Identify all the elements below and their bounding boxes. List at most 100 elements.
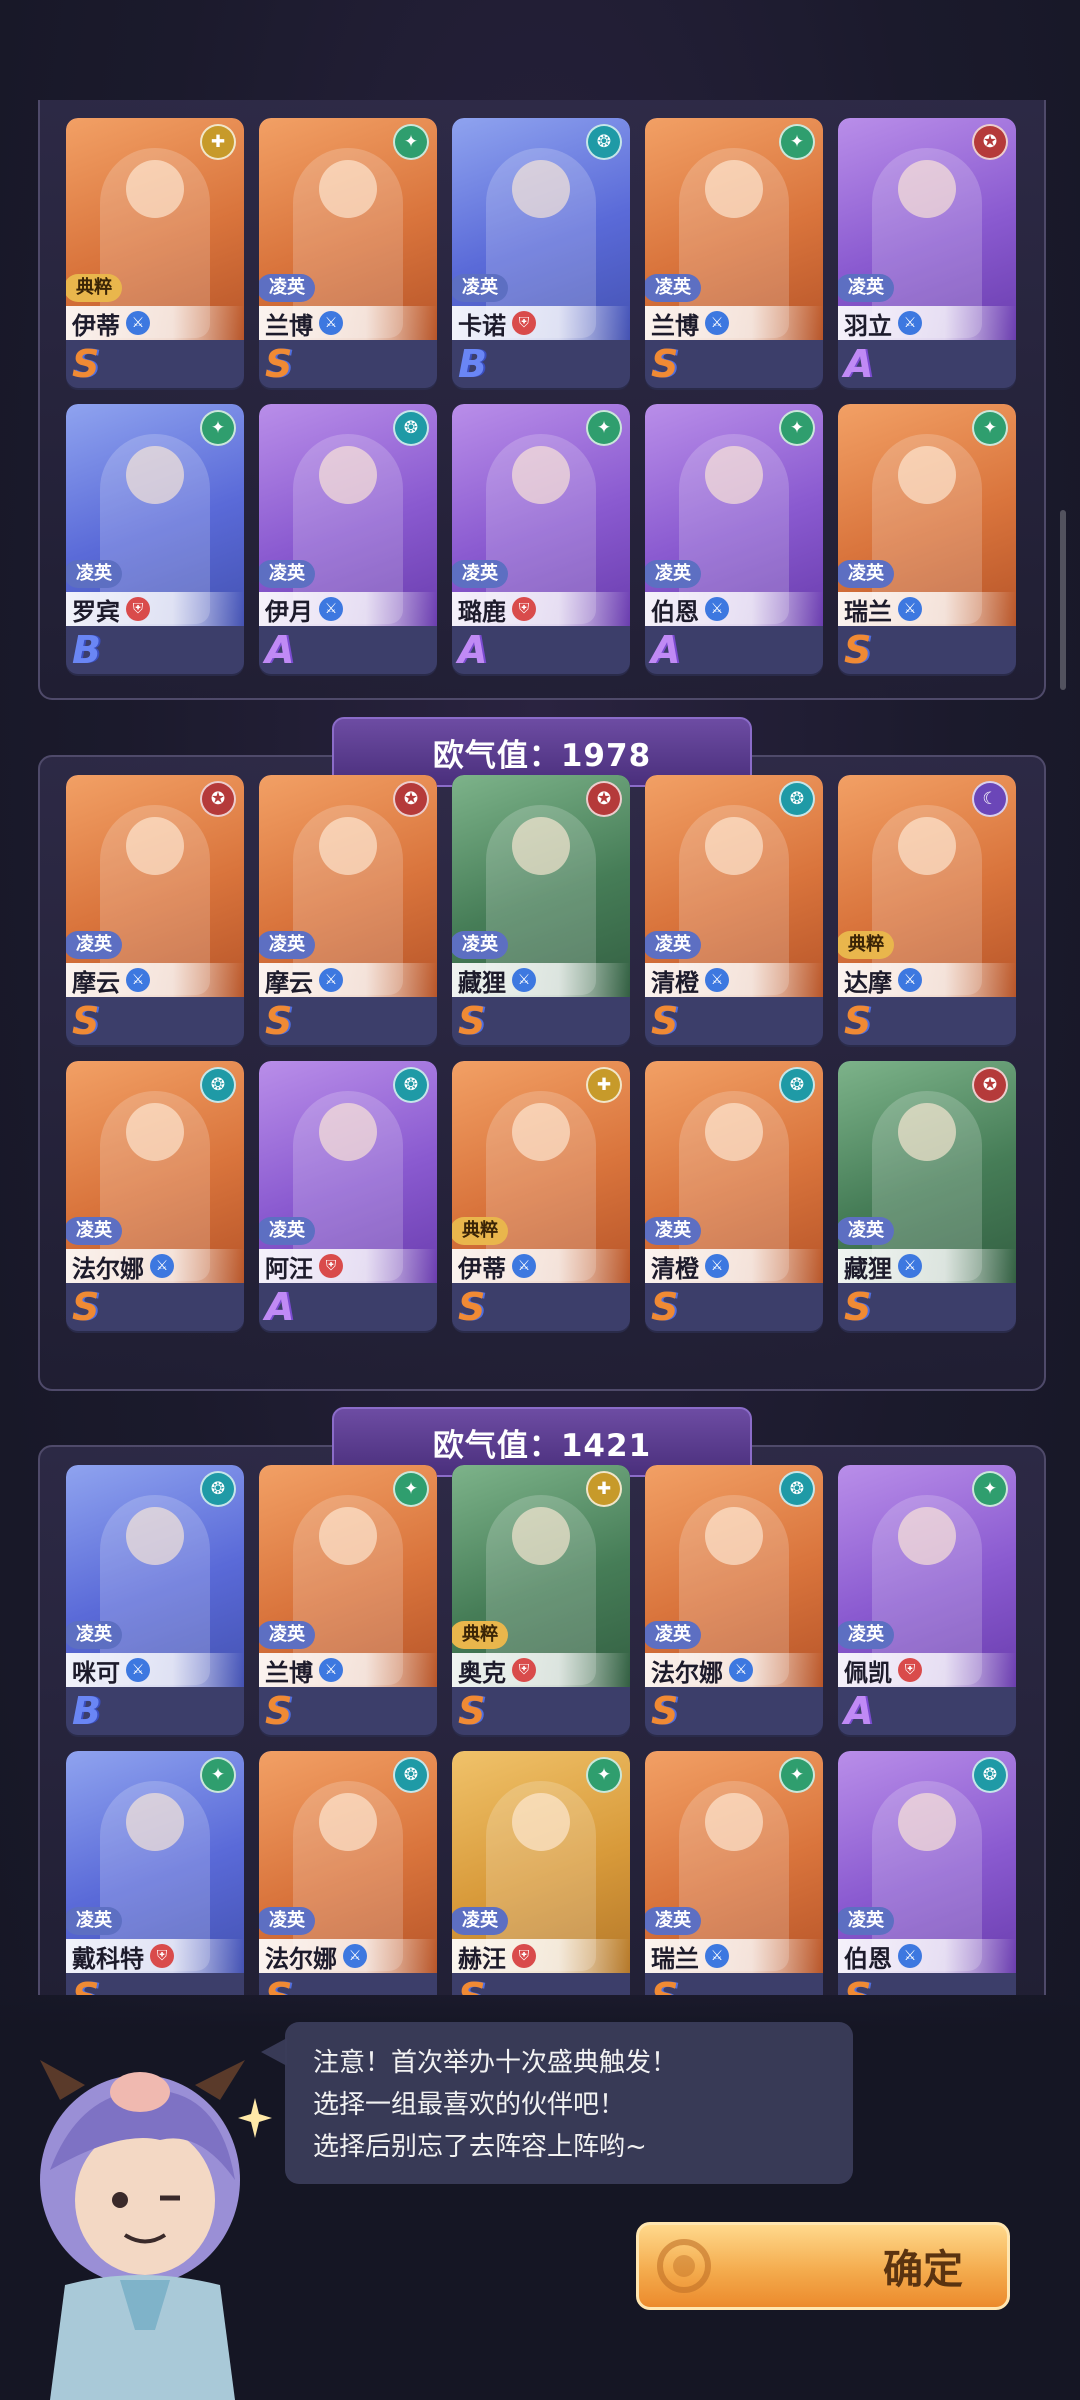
rarity-badge: 凌英 <box>838 274 894 302</box>
hero-card[interactable]: ✪ 凌英 羽立 ⚔ A <box>838 118 1016 388</box>
grade-letter: S <box>72 1975 112 1995</box>
rarity-badge: 凌英 <box>259 1907 315 1935</box>
hero-card[interactable]: ✦ 凌英 兰博 ⚔ S <box>259 1465 437 1735</box>
hero-head <box>898 1793 956 1851</box>
dialog-line-1: 注意！首次举办十次盛典触发！ <box>313 2048 678 2078</box>
hero-name: 羽立 <box>844 311 892 340</box>
red-faction-icon: ✪ <box>972 124 1008 160</box>
hero-card[interactable]: ❂ 凌英 清橙 ⚔ S <box>645 1061 823 1331</box>
hero-name: 佩凯 <box>844 1658 892 1687</box>
teal-faction-icon: ❂ <box>200 1471 236 1507</box>
hero-card[interactable]: ✦ 凌英 璐鹿 ⛨ A <box>452 404 630 674</box>
hero-card[interactable]: ✦ 凌英 兰博 ⚔ S <box>645 118 823 388</box>
hero-card[interactable]: ❂ 凌英 卡诺 ⛨ B <box>452 118 630 388</box>
sword-class-icon: ⚔ <box>512 1254 536 1278</box>
hero-head <box>126 1793 184 1851</box>
hero-card[interactable]: ✦凌英戴科特⛨S <box>66 1751 244 1995</box>
purple-faction-icon: ☾ <box>972 781 1008 817</box>
red-faction-icon: ✪ <box>393 781 429 817</box>
hero-card[interactable]: ✦ 凌英 罗宾 ⛨ B <box>66 404 244 674</box>
hero-head <box>126 446 184 504</box>
teal-faction-icon: ❂ <box>200 1067 236 1103</box>
name-bar: 阿汪 ⛨ <box>259 1249 437 1283</box>
rarity-badge: 凌英 <box>838 1217 894 1245</box>
hero-card[interactable]: ✚ 典粹 伊蒂 ⚔ S <box>452 1061 630 1331</box>
green-faction-icon: ✦ <box>586 1757 622 1793</box>
shield-class-icon: ⛨ <box>512 1944 536 1968</box>
hero-card[interactable]: ✚ 典粹 奥克 ⛨ S <box>452 1465 630 1735</box>
rarity-badge: 凌英 <box>452 1907 508 1935</box>
mascot-character <box>40 2060 245 2400</box>
rarity-badge: 凌英 <box>645 1621 701 1649</box>
rarity-badge: 凌英 <box>66 931 122 959</box>
grade-letter: A <box>844 1689 874 1733</box>
hero-card[interactable]: ✪ 凌英 藏狸 ⚔ S <box>452 775 630 1045</box>
shield-class-icon: ⛨ <box>319 1254 343 1278</box>
hero-name: 藏狸 <box>844 1254 892 1283</box>
sword-class-icon: ⚔ <box>319 311 343 335</box>
summon-group-2[interactable]: 欧气值：1978 ✪ 凌英 摩云 ⚔ S ✪ 凌英 摩云 ⚔ S ✪ 凌英 藏狸 ⚔ S ❂ 凌英 清橙 ⚔ S ☾ 典粹… <box>38 717 1046 1391</box>
hero-head <box>898 446 956 504</box>
hero-card[interactable]: ✦ 凌英 伯恩 ⚔ A <box>645 404 823 674</box>
rarity-badge: 典粹 <box>452 1621 508 1649</box>
hero-name: 咪可 <box>72 1658 120 1687</box>
result-scroll-area[interactable]: ✚ 典粹 伊蒂 ⚔ S ✦ 凌英 兰博 ⚔ S ❂ 凌英 卡诺 ⛨ B ✦ 凌英 兰博 ⚔ S ✪ 凌英 羽立 ⚔ A ✦ 凌英 罗宾… <box>0 0 1080 1995</box>
hero-card[interactable]: ✪ 凌英 藏狸 ⚔ S <box>838 1061 1016 1331</box>
hero-card[interactable]: ❂ 凌英 咪可 ⚔ B <box>66 1465 244 1735</box>
hero-card[interactable]: ❂凌英伯恩⚔S <box>838 1751 1016 1995</box>
hero-card[interactable]: ✪ 凌英 摩云 ⚔ S <box>259 775 437 1045</box>
hero-head <box>126 817 184 875</box>
sword-class-icon: ⚔ <box>898 1254 922 1278</box>
hero-card[interactable]: ✚ 典粹 伊蒂 ⚔ S <box>66 118 244 388</box>
name-bar: 法尔娜 ⚔ <box>259 1939 437 1973</box>
sword-class-icon: ⚔ <box>512 968 536 992</box>
hero-head <box>319 1507 377 1565</box>
name-bar: 瑞兰 ⚔ <box>645 1939 823 1973</box>
name-bar: 赫汪 ⛨ <box>452 1939 630 1973</box>
red-faction-icon: ✪ <box>972 1067 1008 1103</box>
rarity-badge: 凌英 <box>259 1217 315 1245</box>
hero-card[interactable]: ✦凌英瑞兰⚔S <box>838 404 1016 674</box>
grade-letter: B <box>458 342 487 386</box>
sword-class-icon: ⚔ <box>319 1658 343 1682</box>
sword-class-icon: ⚔ <box>898 597 922 621</box>
grade-letter: S <box>72 342 100 386</box>
hero-card[interactable]: ✦ 凌英 佩凯 ⛨ A <box>838 1465 1016 1735</box>
hero-head <box>512 1793 570 1851</box>
hero-card[interactable]: ❂凌英法尔娜⚔S <box>66 1061 244 1331</box>
confirm-button[interactable]: 确定 <box>636 2222 1010 2310</box>
hero-head <box>898 817 956 875</box>
name-bar: 伯恩 ⚔ <box>838 1939 1016 1973</box>
name-bar: 清橙 ⚔ <box>645 963 823 997</box>
hero-head <box>126 1507 184 1565</box>
shield-class-icon: ⛨ <box>150 1944 174 1968</box>
name-bar: 卡诺 ⛨ <box>452 306 630 340</box>
summon-group-1[interactable]: ✚ 典粹 伊蒂 ⚔ S ✦ 凌英 兰博 ⚔ S ❂ 凌英 卡诺 ⛨ B ✦ 凌英 兰博 ⚔ S ✪ 凌英 羽立 ⚔ A ✦ 凌英 罗宾… <box>38 100 1046 700</box>
hero-card[interactable]: ❂ 凌英 阿汪 ⛨ A <box>259 1061 437 1331</box>
rarity-badge: 凌英 <box>645 1217 701 1245</box>
name-bar: 羽立 ⚔ <box>838 306 1016 340</box>
hero-card[interactable]: ✦凌英瑞兰⚔S <box>645 1751 823 1995</box>
hero-name: 摩云 <box>265 968 313 997</box>
rarity-badge: 凌英 <box>838 1907 894 1935</box>
summon-group-3[interactable]: 欧气值：1421 ❂ 凌英 咪可 ⚔ B ✦ 凌英 兰博 ⚔ S ✚ 典粹 奥克 ⛨ S ❂ 凌英 法尔娜 ⚔ S ✦ 凌… <box>38 1407 1046 1995</box>
hero-card[interactable]: ✪ 凌英 摩云 ⚔ S <box>66 775 244 1045</box>
hero-card[interactable]: ☾ 典粹 达摩 ⚔ S <box>838 775 1016 1045</box>
scrollbar[interactable] <box>1060 510 1066 690</box>
grade-letter: S <box>458 1285 486 1329</box>
grade-letter: S <box>844 999 872 1043</box>
hero-card[interactable]: ❂凌英法尔娜⚔S <box>645 1465 823 1735</box>
green-faction-icon: ✦ <box>393 1471 429 1507</box>
hero-card[interactable]: ✦凌英赫汪⛨S <box>452 1751 630 1995</box>
hero-head <box>705 817 763 875</box>
name-bar: 兰博 ⚔ <box>645 306 823 340</box>
hero-card[interactable]: ❂ 凌英 伊月 ⚔ A <box>259 404 437 674</box>
hero-card[interactable]: ❂凌英法尔娜⚔S <box>259 1751 437 1995</box>
rarity-badge: 凌英 <box>645 931 701 959</box>
hero-head <box>319 160 377 218</box>
green-faction-icon: ✦ <box>779 124 815 160</box>
hero-card[interactable]: ❂ 凌英 清橙 ⚔ S <box>645 775 823 1045</box>
hero-card[interactable]: ✦ 凌英 兰博 ⚔ S <box>259 118 437 388</box>
green-faction-icon: ✦ <box>779 1757 815 1793</box>
speech-bubble: 注意！首次举办十次盛典触发！ 选择一组最喜欢的伙伴吧！ 选择后别忘了去阵容上阵哟… <box>261 2022 853 2184</box>
